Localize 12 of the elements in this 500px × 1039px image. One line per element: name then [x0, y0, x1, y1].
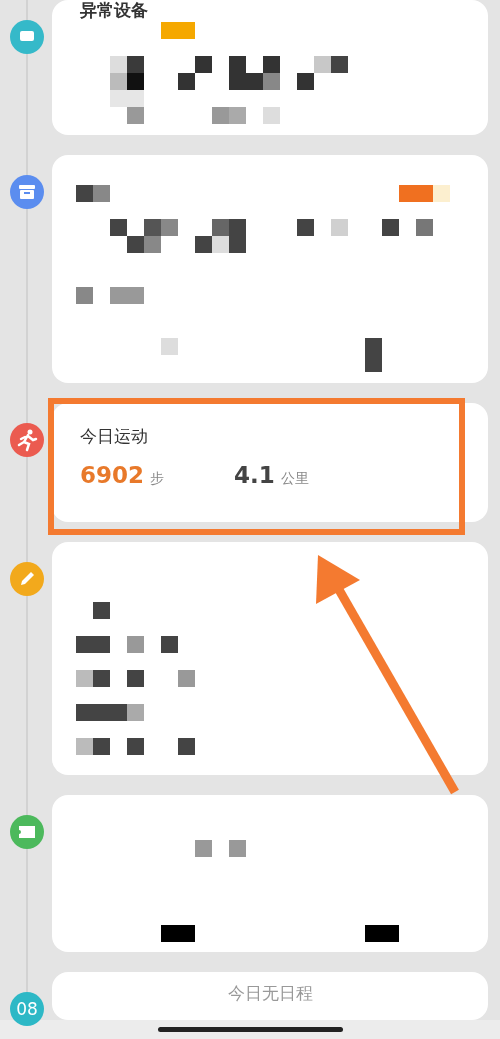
card-background[interactable]: 异常设备 [52, 0, 488, 135]
empty-schedule-text: 今日无日程 [226, 982, 314, 1005]
card-background[interactable] [52, 542, 488, 775]
card-background[interactable] [52, 155, 488, 383]
distance-unit: 公里 [280, 470, 309, 488]
card-background[interactable]: 今日运动 6902 步 4.1 公里 [52, 403, 488, 522]
step-unit: 步 [150, 470, 164, 488]
distance-value: 4.1 [234, 462, 275, 488]
card-title: 今日运动 [80, 425, 149, 448]
step-count: 6902 [80, 462, 144, 488]
day-badge: 08 [10, 992, 44, 1026]
card-title: 异常设备 [80, 0, 149, 20]
